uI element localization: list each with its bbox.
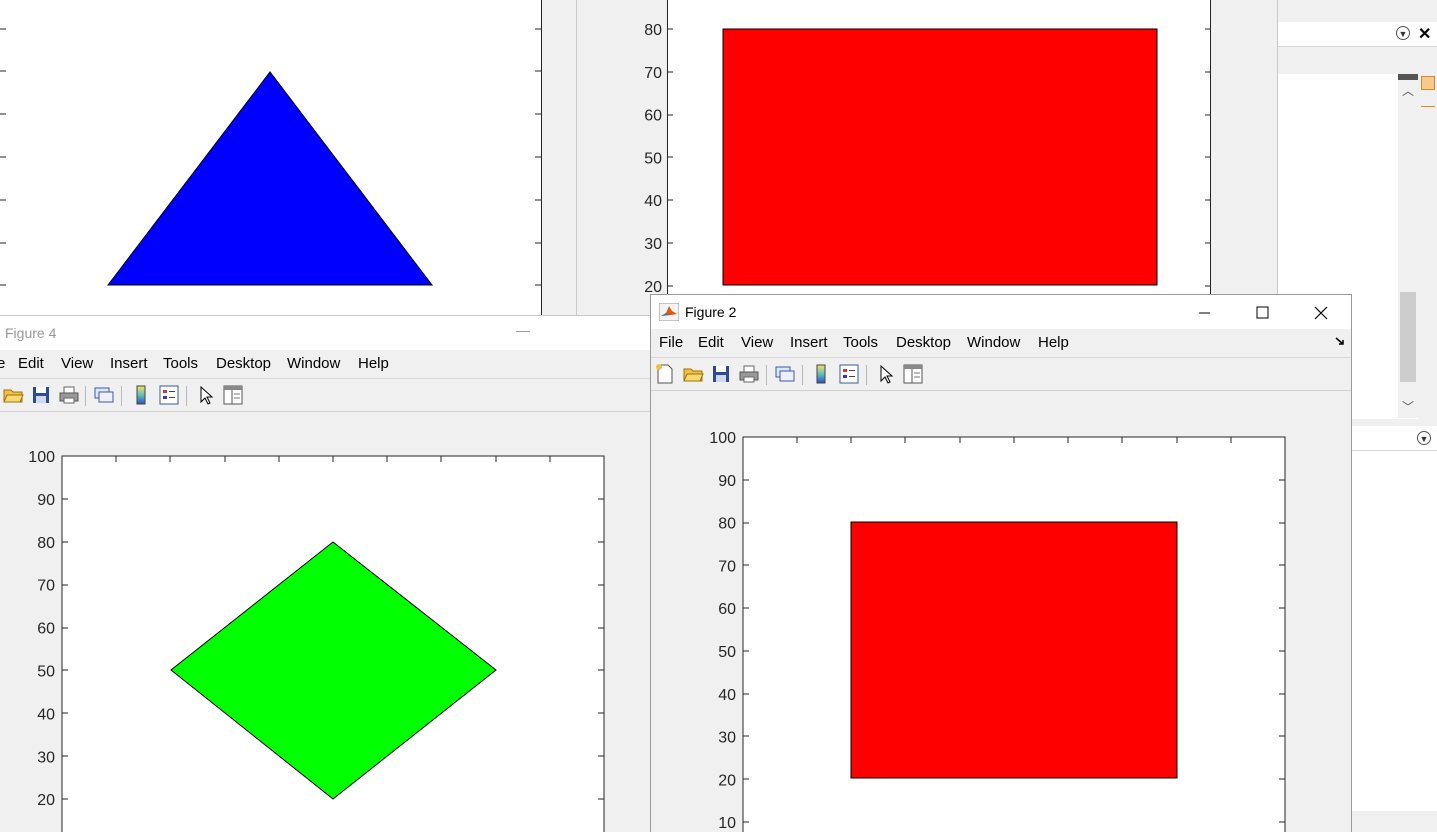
figure-4-menubar: e Edit View Insert Tools Desktop Window …	[0, 350, 650, 379]
y-tick-label: 30	[37, 749, 55, 766]
y-tick-label: 40	[718, 687, 736, 704]
link-plot-icon[interactable]	[774, 363, 796, 385]
panel-accent-bar	[1398, 74, 1418, 80]
scroll-up-icon[interactable]: ︿	[1402, 82, 1414, 99]
y-tick-label: 30	[718, 730, 736, 747]
y-tick-label: 30	[644, 236, 662, 253]
y-tick-label: 50	[644, 150, 662, 167]
menu-file[interactable]: File	[659, 334, 683, 351]
menu-file-partial[interactable]: e	[0, 355, 5, 372]
print-icon[interactable]	[738, 363, 760, 385]
menu-tools[interactable]: Tools	[843, 334, 878, 351]
window-title: Figure 4	[5, 325, 57, 341]
y-tick-label: 50	[718, 644, 736, 661]
y-tick-label: 80	[37, 535, 55, 552]
minimize-icon[interactable]: —	[516, 322, 530, 338]
panel-close-icon[interactable]: ✕	[1418, 24, 1431, 44]
red-rectangle-back	[722, 28, 1158, 286]
triangle-plot	[0, 0, 542, 320]
menu-help[interactable]: Help	[1038, 334, 1069, 351]
menu-edit[interactable]: Edit	[18, 355, 44, 372]
y-tick-label: 40	[37, 706, 55, 723]
panel-scrollbar-track[interactable]: ︿ ﹀	[1398, 80, 1418, 418]
panel-content-area-2	[1350, 451, 1437, 811]
menu-insert[interactable]: Insert	[790, 334, 828, 351]
menu-edit[interactable]: Edit	[698, 334, 724, 351]
panel-dropdown-icon-1[interactable]: ▼	[1396, 26, 1410, 40]
figure-window-top-left	[0, 0, 560, 320]
y-tick-label: 20	[718, 772, 736, 789]
colorbar-icon[interactable]	[810, 363, 832, 385]
panel-orange-icon[interactable]	[1421, 76, 1435, 90]
y-tick-label: 20	[37, 792, 55, 809]
scroll-thumb[interactable]	[1400, 292, 1416, 382]
menu-window[interactable]: Window	[967, 334, 1020, 351]
figure-4-window: Figure 4 — e Edit View Insert Tools Desk…	[0, 315, 650, 832]
new-figure-icon[interactable]	[654, 363, 676, 385]
y-tick-label: 80	[718, 516, 736, 533]
y-tick-label: 60	[37, 621, 55, 638]
red-rect-plot-front: 100 90 80 70 60 50 40 30 20 10	[709, 430, 1286, 832]
pointer-icon[interactable]	[875, 363, 897, 385]
toolbar-separator	[121, 386, 122, 406]
menu-view[interactable]: View	[741, 334, 773, 351]
y-tick-label: 100	[28, 449, 55, 466]
pointer-icon[interactable]	[195, 384, 217, 406]
toolbar-separator	[866, 365, 867, 385]
open-folder-icon[interactable]	[2, 384, 24, 406]
panel-dropdown-icon-2[interactable]: ▼	[1417, 431, 1431, 445]
y-tick-label: 10	[718, 815, 736, 832]
figure-2-titlebar[interactable]: Figure 2	[651, 295, 1351, 329]
panel-header-1	[1278, 22, 1437, 47]
save-icon[interactable]	[30, 384, 52, 406]
y-tick-label: 90	[37, 492, 55, 509]
close-icon[interactable]	[1297, 295, 1343, 329]
legend-icon[interactable]	[158, 384, 180, 406]
menu-desktop[interactable]: Desktop	[216, 355, 271, 372]
toolbar-separator	[766, 365, 767, 385]
y-tick-label: 70	[644, 65, 662, 82]
property-editor-icon[interactable]	[222, 384, 244, 406]
y-tick-label: 70	[718, 558, 736, 575]
menu-view[interactable]: View	[61, 355, 93, 372]
menu-help[interactable]: Help	[358, 355, 389, 372]
matlab-logo-icon	[659, 303, 679, 321]
green-diamond-plot: 100 90 80 70 60 50 40 30 20	[28, 449, 605, 832]
figure-4-toolbar	[0, 379, 650, 412]
menu-insert[interactable]: Insert	[110, 355, 148, 372]
colorbar-icon[interactable]	[130, 384, 152, 406]
print-icon[interactable]	[58, 384, 80, 406]
y-tick-label: 70	[37, 578, 55, 595]
y-tick-label: 100	[709, 430, 736, 447]
red-rectangle-front	[850, 521, 1178, 779]
menu-desktop[interactable]: Desktop	[896, 334, 951, 351]
dock-arrow-icon[interactable]	[1335, 337, 1347, 347]
save-icon[interactable]	[710, 363, 732, 385]
scroll-down-icon[interactable]: ﹀	[1402, 398, 1414, 415]
open-folder-icon[interactable]	[682, 363, 704, 385]
y-tick-label: 50	[37, 664, 55, 681]
menu-tools[interactable]: Tools	[163, 355, 198, 372]
y-tick-label: 40	[644, 193, 662, 210]
maximize-icon[interactable]	[1239, 295, 1285, 329]
y-tick-label: 80	[644, 22, 662, 39]
property-editor-icon[interactable]	[902, 363, 924, 385]
figure-2-toolbar	[651, 358, 1351, 391]
minimize-icon[interactable]	[1181, 295, 1227, 329]
toolbar-separator	[85, 386, 86, 406]
figure-4-titlebar[interactable]: Figure 4 —	[0, 316, 650, 350]
figure-2-menubar: File Edit View Insert Tools Desktop Wind…	[651, 329, 1351, 358]
window-title: Figure 2	[685, 304, 737, 320]
toolbar-separator	[802, 365, 803, 385]
figure-2-window: Figure 2 File Edit View Insert Tools Des…	[650, 294, 1352, 832]
y-tick-label: 60	[644, 108, 662, 125]
legend-icon[interactable]	[838, 363, 860, 385]
menu-window[interactable]: Window	[287, 355, 340, 372]
panel-orange-line	[1421, 106, 1435, 107]
toolbar-separator	[186, 386, 187, 406]
y-tick-label: 60	[718, 601, 736, 618]
y-tick-label: 90	[718, 473, 736, 490]
link-plot-icon[interactable]	[93, 384, 115, 406]
